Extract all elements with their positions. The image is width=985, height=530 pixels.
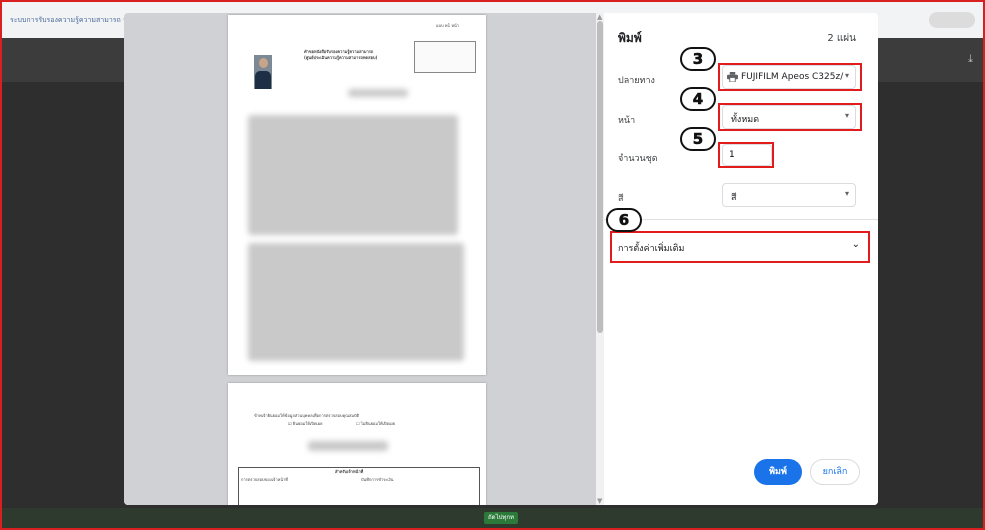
sheet-count: 2 แผ่น (827, 33, 856, 44)
scrollbar-thumb[interactable] (597, 21, 603, 333)
print-button[interactable]: พิมพ์ (754, 459, 802, 485)
doc-title-2: (ศูนย์ประเมินความรู้ความสามารถทดสอบ) (304, 55, 378, 60)
cancel-button[interactable]: ยกเลิก (810, 459, 860, 485)
chevron-down-icon: ▾ (844, 189, 849, 198)
color-value: สี (731, 193, 737, 203)
dialog-title: พิมพ์ (618, 31, 642, 45)
applicant-photo (254, 55, 272, 89)
table-col-2: บันทึกการชำระเงิน (361, 477, 394, 482)
step-3-callout: 3 (680, 47, 716, 71)
destination-label: ปลายทาง (618, 76, 655, 86)
redacted-text (348, 89, 408, 97)
preview-scrollbar[interactable]: ▲ ▼ (596, 13, 604, 505)
preview-page-2: ข้าพเจ้ายินยอมให้ข้อมูลส่วนบุคคลเพื่อการ… (228, 383, 486, 505)
step-4-callout: 4 (680, 87, 716, 111)
table-col-1: การตรวจสอบของเจ้าหน้าที่ (241, 477, 288, 482)
print-dialog: แบบ พ1 หน้า คำขอหนังสือรับรองความรู้ความ… (124, 13, 878, 505)
preview-page-1: แบบ พ1 หน้า คำขอหนังสือรับรองความรู้ความ… (228, 15, 486, 375)
highlight-destination (718, 63, 862, 91)
step-6-callout: 6 (606, 208, 642, 232)
copies-label: จำนวนชุด (618, 154, 658, 164)
stamp-box (414, 41, 476, 73)
highlight-more-settings (610, 231, 870, 263)
redacted-body-1 (248, 115, 458, 235)
step-5-callout: 5 (680, 127, 716, 151)
print-settings-panel: พิมพ์ 2 แผ่น ปลายทาง FUJIFILM Apeos C325… (604, 13, 878, 505)
doc-header: แบบ พ1 หน้า (436, 23, 459, 28)
redacted-body-2 (248, 243, 464, 361)
background-pill-button (929, 12, 975, 28)
page2-check2: ☐ ไม่ยินยอมให้เปิดเผย (356, 421, 396, 426)
page2-line1: ข้าพเจ้ายินยอมให้ข้อมูลส่วนบุคคลเพื่อการ… (254, 413, 360, 418)
doc-title-1: คำขอหนังสือรับรองความรู้ความสามารถ (304, 49, 374, 54)
scroll-up-icon[interactable]: ▲ (597, 13, 602, 21)
redacted-text-2 (308, 441, 388, 451)
scroll-down-icon[interactable]: ▼ (597, 497, 602, 505)
highlight-pages (718, 103, 862, 131)
background-footer: ถัดไปทุกท (2, 508, 983, 528)
table-header: สำหรับเจ้าหน้าที่ (335, 469, 364, 474)
pages-label: หน้า (618, 116, 636, 126)
print-preview: แบบ พ1 หน้า คำขอหนังสือรับรองความรู้ความ… (124, 13, 596, 505)
divider (604, 219, 878, 220)
page2-check1: ☑ ยินยอมให้เปิดเผย (288, 421, 323, 426)
download-icon: ⤓ (968, 52, 973, 65)
color-label: สี (618, 194, 624, 204)
background-next-button: ถัดไปทุกท (484, 512, 518, 524)
color-select[interactable]: สี ▾ (722, 183, 856, 207)
staff-table: สำหรับเจ้าหน้าที่ การตรวจสอบของเจ้าหน้าท… (238, 467, 480, 505)
highlight-copies (718, 142, 774, 168)
browser-window: ระบบการรับรองความรู้ความสามารถ ระดับชั้น… (0, 0, 985, 530)
